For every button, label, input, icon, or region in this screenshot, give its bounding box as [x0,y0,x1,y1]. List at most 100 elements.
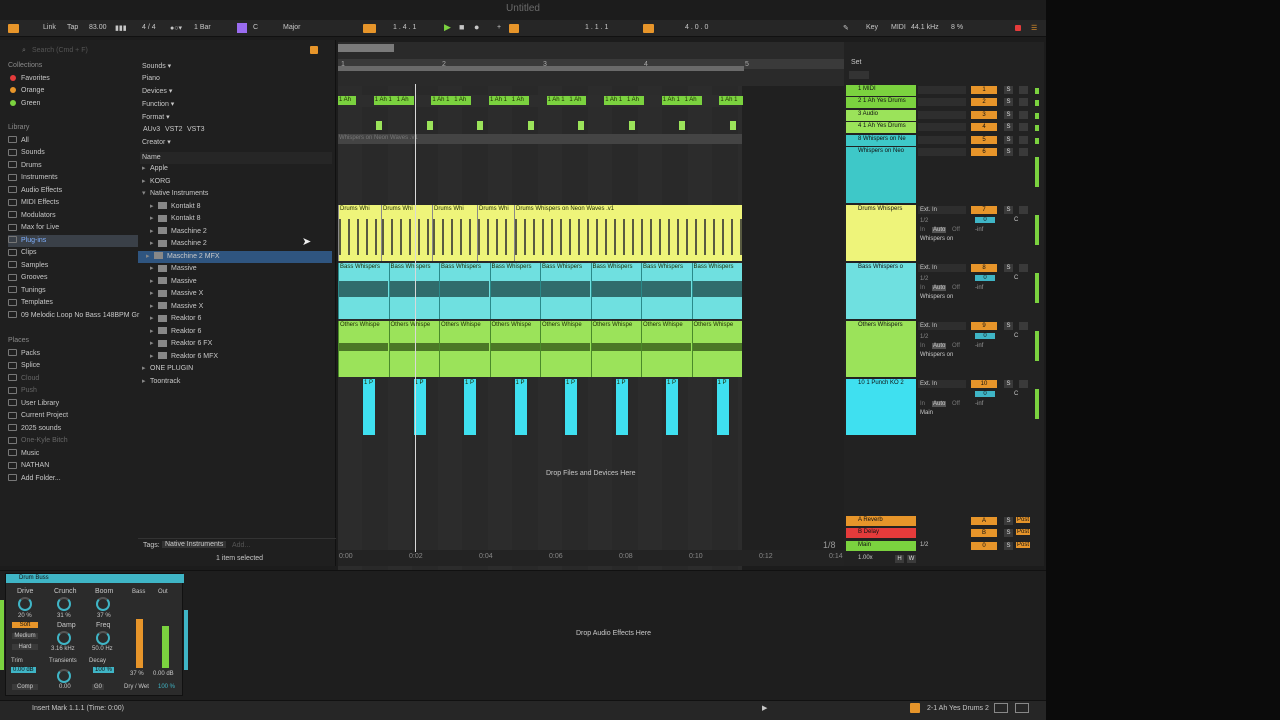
loop-length-field[interactable]: 4 . 0 . 0 [685,24,708,31]
loop-field-start[interactable]: 1 . 1 . 1 [585,24,608,31]
track-number-button[interactable]: 1 [971,86,997,94]
format-chip[interactable]: VST2 [165,124,185,136]
punch-clip[interactable]: 1 P [363,379,375,435]
whispers-group-clip[interactable]: Whispers on Neon Waves .v1 [338,134,742,144]
clip-slot[interactable] [918,136,966,144]
arm-button-icon[interactable] [1019,322,1028,330]
solo-button[interactable]: S [1004,322,1013,330]
output-select[interactable]: Main [920,410,933,416]
bass-clip[interactable]: Bass Whispers [540,263,590,319]
track-number-button[interactable]: 7 [971,206,997,214]
library-item[interactable]: Sounds [8,147,138,159]
draw-mode-icon[interactable]: ✎ [843,24,849,32]
expand-arrow-icon[interactable]: ▸ [150,213,158,225]
tree-item[interactable]: ▸ Reaktor 6 [142,326,332,338]
monitor-in-button[interactable]: In [920,285,925,291]
places-item[interactable]: Current Project [8,410,68,422]
solo-button[interactable]: S [1004,123,1013,131]
places-item[interactable]: Add Folder... [8,473,61,485]
punch-clip[interactable]: 1 P [464,379,476,435]
others-clip[interactable]: Others Whispe [641,321,691,377]
expand-arrow-icon[interactable]: ▸ [150,226,158,238]
tree-item[interactable]: ▸ Massive [142,276,332,288]
overdub-icon[interactable]: + [497,24,501,31]
track-pan-field[interactable]: C [1014,275,1018,281]
monitor-in-button[interactable]: In [920,343,925,349]
solo-button[interactable]: S [1004,148,1013,156]
arm-button-icon[interactable] [1019,380,1028,388]
return-track-letter[interactable]: 0 [971,542,997,550]
solo-button[interactable]: S [1004,380,1013,388]
tree-item[interactable]: ▸ Apple [142,163,332,175]
input-type-select[interactable]: Ext. In [920,207,937,213]
punch-clip[interactable]: 1 P [514,379,527,435]
library-item[interactable]: Modulators [8,210,138,222]
places-item[interactable]: Push [8,385,37,397]
track-header[interactable]: Drums Whispers [846,205,916,261]
output-select[interactable]: Whispers on [920,236,953,242]
automation-clip[interactable] [376,121,382,130]
input-channel-select[interactable]: 1/2 [920,334,928,340]
expand-arrow-icon[interactable]: ▸ [150,263,158,275]
track-header[interactable]: Bass Whispers o [846,263,916,319]
transients-knob[interactable] [57,669,71,683]
drywet-value[interactable]: 100 % [158,684,175,690]
others-clip[interactable]: Others Whispe [540,321,590,377]
main-output-select[interactable]: 1/2 [920,542,928,548]
bar-number[interactable]: 5 [745,61,749,68]
hard-button[interactable]: Hard [12,644,38,650]
midi-clip[interactable]: 1 Ah [626,96,644,105]
clip-slot[interactable] [918,98,966,106]
track-number-button[interactable]: 2 [971,98,997,106]
out-gain-value[interactable]: 0.00 dB [153,671,174,677]
track-volume-field[interactable]: 0 [975,275,995,281]
bass-clip[interactable]: Bass Whispers [489,263,540,319]
solo-button[interactable]: S [1004,264,1013,272]
monitor-in-button[interactable]: In [920,401,925,407]
monitor-auto-button[interactable]: Auto [932,285,947,291]
return-post-button[interactable]: Post [1016,517,1031,523]
bass-clip[interactable]: Bass Whispers [641,263,691,319]
arm-button-icon[interactable] [1019,148,1028,156]
return-solo-button[interactable]: S [1004,529,1013,537]
track-header[interactable]: 3 Audio [846,110,916,121]
arm-button-icon[interactable] [1019,86,1028,94]
places-item[interactable]: Cloud [8,373,39,385]
automation-clip[interactable] [679,121,685,130]
tag-add-button[interactable]: Add... [232,542,250,549]
expand-arrow-icon[interactable]: ▸ [150,276,158,288]
library-item[interactable]: Plug-ins [8,234,138,247]
tree-item[interactable]: ▸ Toontrack [142,376,332,388]
stop-all-clips-icon[interactable] [849,71,869,79]
bass-clip[interactable]: Bass Whispers [439,263,489,319]
format-chip[interactable]: VST3 [187,124,207,136]
others-clip[interactable]: Others Whispe [590,321,641,377]
punch-clip[interactable]: 1 P [565,379,577,435]
solo-button[interactable]: S [1004,206,1013,214]
clip-slot[interactable] [918,111,966,119]
expand-arrow-icon[interactable]: ▸ [150,238,158,250]
browser-filter-icon[interactable] [310,46,318,54]
monitor-auto-button[interactable]: Auto [932,227,947,233]
arm-button-icon[interactable] [1019,136,1028,144]
expand-arrow-icon[interactable]: ▸ [150,201,158,213]
library-item[interactable]: 09 Melodic Loop No Bass 148BPM Gr [8,310,139,322]
monitor-auto-button[interactable]: Auto [932,343,947,349]
collection-item[interactable]: Orange [10,85,44,97]
drums-clip[interactable]: Drums Whispers on Neon Waves .v1 [514,205,742,261]
expand-arrow-icon[interactable]: ▸ [150,301,158,313]
return-track-header[interactable]: B Delay [846,528,916,538]
midi-clip[interactable]: 1 Ah 1 [546,96,571,105]
automation-clip[interactable] [527,121,534,130]
expand-arrow-icon[interactable]: ▸ [150,313,158,325]
key-map-button[interactable]: Key [866,24,878,31]
medium-button[interactable]: Medium [12,633,38,639]
tree-item[interactable]: ▸ Reaktor 6 [142,313,332,325]
arm-button-icon[interactable] [1019,264,1028,272]
bar-number[interactable]: 4 [644,61,648,68]
midi-map-button[interactable]: MIDI [891,24,906,31]
midi-clip[interactable]: 1 Ah [510,96,529,105]
decay-value[interactable]: 100 % [93,667,115,673]
track-number-button[interactable]: 8 [971,264,997,272]
input-channel-select[interactable]: 1/2 [920,276,928,282]
